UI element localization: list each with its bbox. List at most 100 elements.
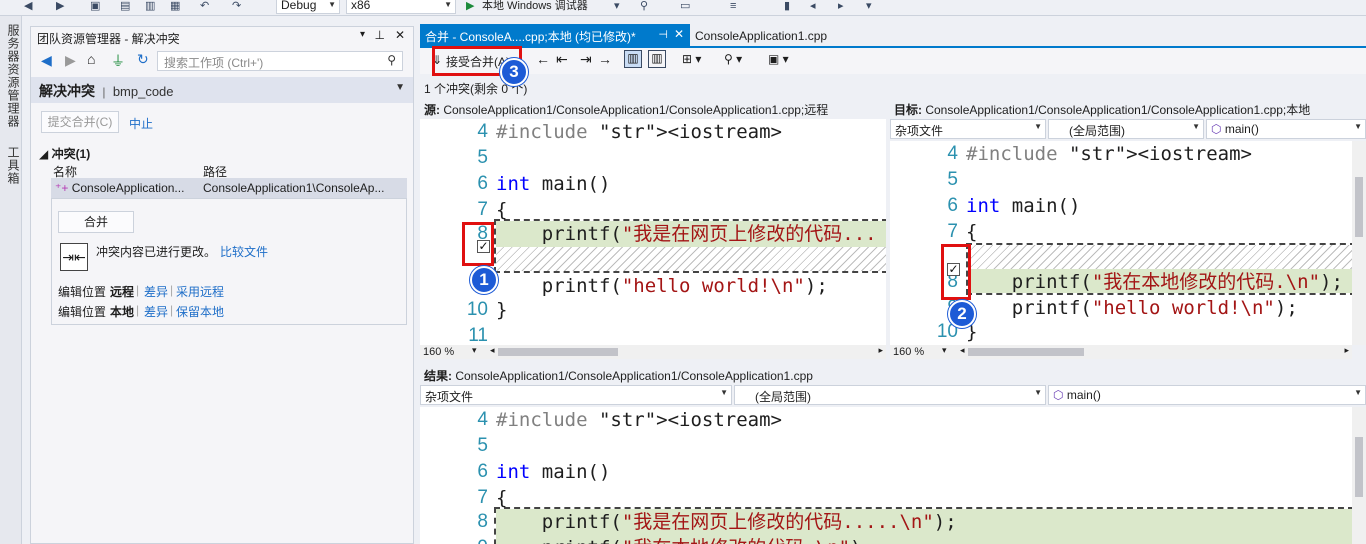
merge-button[interactable]: 合并 [58, 211, 134, 233]
main-toolbar: ◀ ▶ ▣ ▤ ▥ ▦ ↶ ↷ Debug ▼ x86 ▼ ▶ 本地 Windows… [0, 0, 1366, 16]
result-pane[interactable]: 4 5 6 7 8 9 #include "str"><iostream> int main… [420, 407, 1352, 544]
next-bookmark-icon[interactable]: ▸ [838, 0, 844, 12]
code-line: #include "str"><iostream> [966, 143, 1253, 165]
code-line: int main() [496, 461, 611, 483]
target-hscroll[interactable]: 160 % ▾ ◂ ▸ [890, 345, 1352, 359]
code-line: } [496, 299, 508, 321]
team-explorer-panel: 团队资源管理器 - 解决冲突 ▾ ⊥ ✕ ◀ ▶ ⌂ ⏚ ↻ 搜索工作项 (Ct… [30, 26, 414, 544]
comment-icon[interactable]: ≡ [730, 0, 736, 12]
dropdown-icon[interactable]: ▾ [360, 29, 365, 40]
grid-icon[interactable]: ⊞ ▾ [682, 52, 701, 66]
pin-icon[interactable]: ⊥ [375, 28, 385, 42]
annotation-badge-3: 3 [500, 58, 528, 86]
forward-icon[interactable]: ▶ [56, 0, 64, 12]
line-number: 5 [477, 435, 488, 456]
line-number: 11 [468, 325, 488, 345]
run-button[interactable]: 本地 Windows 调试器 [482, 0, 588, 12]
code-line: printf("我在本地修改的代码.\n"); [496, 535, 873, 544]
toolbar-options-icon[interactable]: ▾ [866, 0, 872, 12]
close-tab-icon[interactable]: ✕ [674, 27, 684, 41]
result-member-select[interactable]: ⬡ main() ▼ [1048, 385, 1366, 405]
config-select[interactable]: Debug ▼ [276, 0, 340, 14]
zoom-icon[interactable]: ⚲ ▾ [724, 52, 742, 66]
forward-icon[interactable]: ▶ [65, 52, 76, 69]
platform-select[interactable]: x86 ▼ [346, 0, 456, 14]
local-label: 本地 [110, 305, 135, 319]
last-conflict-icon[interactable]: ⇥ [580, 51, 592, 68]
annotation-badge-2: 2 [948, 300, 976, 328]
layout-icon[interactable]: ▭ [680, 0, 690, 12]
bookmark-icon[interactable]: ▮ [784, 0, 790, 12]
conflict-row[interactable]: ⁺+ ConsoleApplication... ConsoleApplicat… [51, 178, 407, 198]
target-vscroll[interactable] [1352, 141, 1366, 345]
first-conflict-icon[interactable]: ⇤ [556, 51, 568, 68]
line-number: 7 [477, 487, 488, 508]
close-icon[interactable]: ✕ [395, 28, 405, 42]
search-input[interactable]: 搜索工作项 (Ctrl+') ⚲ [157, 51, 403, 71]
prev-bookmark-icon[interactable]: ◂ [810, 0, 816, 12]
vertical-layout-icon[interactable]: ▥ [624, 50, 642, 68]
line-number: 5 [477, 147, 488, 168]
result-header: 结果: ConsoleApplication1/ConsoleApplicati… [420, 365, 1366, 385]
options-icon[interactable]: ▣ ▾ [768, 52, 789, 66]
conflicts-header[interactable]: ◢ 冲突(1) [39, 145, 90, 162]
diff-local-link[interactable]: 差异 [144, 303, 168, 320]
diff-remote-link[interactable]: 差异 [144, 283, 168, 300]
commit-merge-button[interactable]: 提交合并(C) [41, 111, 119, 133]
keep-local-link[interactable]: 保留本地 [176, 303, 224, 320]
team-explorer-title: 团队资源管理器 - 解决冲突 ▾ ⊥ ✕ [37, 28, 405, 46]
tab-source-file[interactable]: ConsoleApplication1.cpp [690, 24, 890, 46]
line-number: 4 [477, 121, 488, 142]
result-vscroll[interactable] [1352, 407, 1366, 544]
code-line: printf("我是在网页上修改的代码.....\n"); [496, 511, 957, 533]
home-icon[interactable]: ⌂ [87, 51, 95, 67]
undo-icon[interactable]: ↶ [200, 0, 209, 12]
take-remote-link[interactable]: 采用远程 [176, 283, 224, 300]
server-explorer-tab[interactable]: 服务器资源管理器 [5, 24, 22, 128]
horizontal-layout-icon[interactable]: ▥ [648, 50, 666, 68]
save-all-icon[interactable]: ▦ [170, 0, 180, 12]
play-icon[interactable]: ▶ [466, 0, 474, 12]
abort-link[interactable]: 中止 [129, 115, 153, 132]
source-header: 源: ConsoleApplication1/ConsoleApplicatio… [424, 103, 829, 117]
compare-files-link[interactable]: 比较文件 [220, 243, 268, 260]
line-number: 4 [947, 143, 958, 164]
prev-conflict-icon[interactable]: ← [536, 51, 550, 67]
file-icon: ⁺+ [55, 181, 69, 195]
redo-icon[interactable]: ↷ [232, 0, 241, 12]
code-line: { [496, 199, 508, 221]
source-hscroll[interactable]: 160 % ▾ ◂ ▸ [420, 345, 886, 359]
line-number: 7 [477, 199, 488, 220]
branch-name: bmp_code [112, 84, 174, 99]
save-icon[interactable]: ▥ [145, 0, 155, 12]
merge-toolbar: ⇓ 接受合并(A) ← ⇤ ⇥ → ▥ ▥ ⊞ ▾ ⚲ ▾ ▣ ▾ [420, 48, 1366, 74]
open-icon[interactable]: ▤ [120, 0, 130, 12]
back-icon[interactable]: ◀ [41, 52, 52, 69]
back-icon[interactable]: ◀ [24, 0, 32, 12]
target-project-select[interactable]: 杂项文件 ▼ [890, 119, 1046, 139]
line-number: 5 [947, 169, 958, 190]
conflict-message: 冲突内容已进行更改。 [96, 245, 217, 259]
code-line: int main() [496, 173, 611, 195]
toolbox-tab[interactable]: 工具箱 [5, 146, 22, 185]
result-project-select[interactable]: 杂项文件 ▼ [420, 385, 732, 405]
line-number: 6 [477, 173, 488, 194]
target-scope-select[interactable]: (全局范围) ▼ [1048, 119, 1204, 139]
next-conflict-icon[interactable]: → [598, 51, 612, 67]
find-icon[interactable]: ⚲ [640, 0, 648, 12]
tab-merge[interactable]: 合并 - ConsoleA....cpp;本地 (均已修改)* ⊣ ✕ [420, 24, 690, 46]
target-member-select[interactable]: ⬡ main() ▼ [1206, 119, 1366, 139]
code-line: int main() [966, 195, 1081, 217]
connect-icon[interactable]: ⏚ [111, 51, 125, 71]
pin-icon[interactable]: ⊣ [658, 28, 668, 41]
merge-conflict-icon: ⇥⇤ [60, 243, 88, 271]
page-menu-icon[interactable]: ▼ [395, 82, 405, 93]
search-icon[interactable]: ⚲ [387, 53, 396, 67]
attach-icon[interactable]: ▾ [614, 0, 620, 12]
new-item-icon[interactable]: ▣ [90, 0, 100, 12]
annotation-box-1 [462, 222, 494, 266]
line-number: 8 [477, 511, 488, 532]
refresh-icon[interactable]: ↻ [137, 51, 149, 68]
side-tool-strip: 服务器资源管理器 工具箱 [0, 16, 22, 544]
result-scope-select[interactable]: (全局范围) ▼ [734, 385, 1046, 405]
